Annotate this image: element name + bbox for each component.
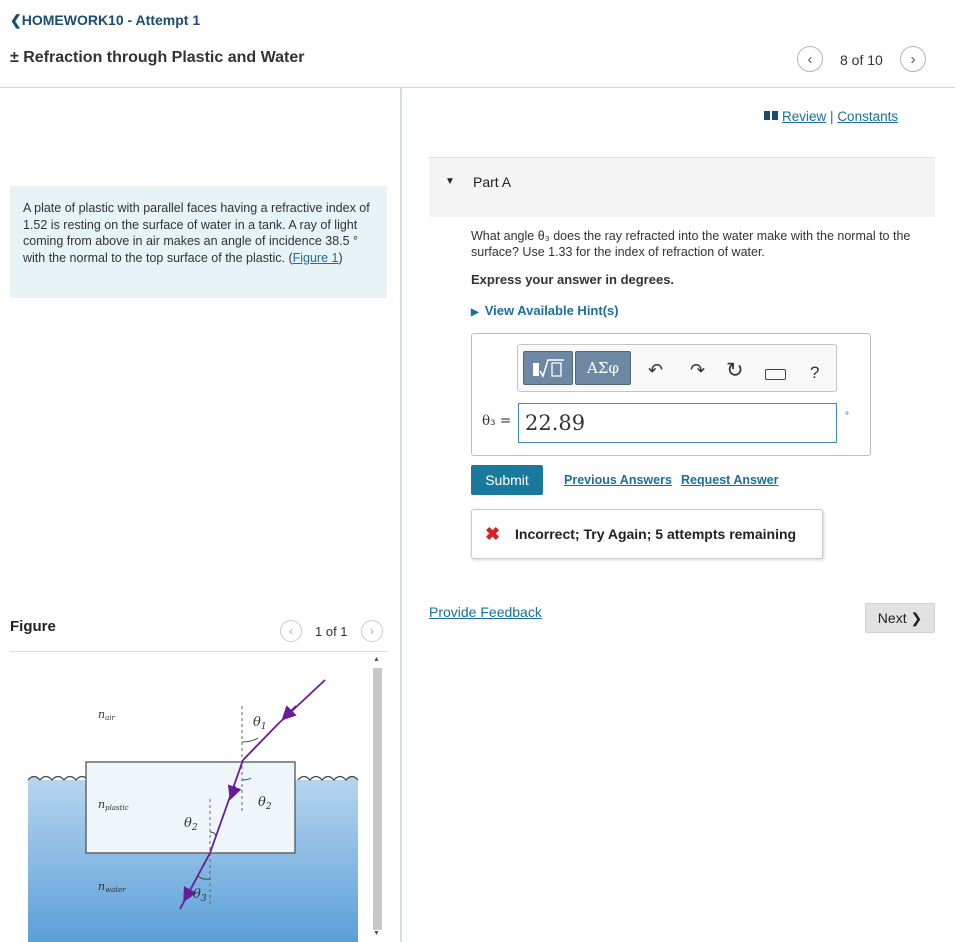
review-constants-links: Review | Constants	[764, 109, 898, 124]
scroll-up-icon[interactable]: ▲	[373, 656, 380, 663]
refraction-figure: nair nplastic nwater θ1 θ2 θ2 θ3	[27, 679, 359, 942]
chevron-left-icon: ‹	[807, 50, 813, 68]
templates-icon	[533, 359, 564, 378]
caret-right-icon: ▶	[471, 307, 479, 318]
figure-scrollbar[interactable]	[373, 668, 382, 930]
next-button[interactable]: Next ❯	[865, 603, 935, 633]
next-item-button[interactable]: ›	[900, 46, 926, 72]
feedback-text: Incorrect; Try Again; 5 attempts remaini…	[515, 526, 797, 542]
header-divider	[0, 87, 955, 88]
question-text: What angle θ₃ does the ray refracted int…	[471, 229, 911, 259]
answer-instruction: Express your answer in degrees.	[471, 272, 675, 287]
figure-link-close: )	[338, 250, 343, 265]
item-counter: 8 of 10	[840, 52, 883, 68]
links-separator: |	[830, 109, 834, 124]
theta1-arc	[241, 737, 259, 743]
book-icon	[764, 111, 778, 120]
review-link[interactable]: Review	[782, 109, 826, 124]
request-answer-link[interactable]: Request Answer	[681, 473, 778, 487]
incorrect-x-icon: ✖	[485, 524, 501, 544]
keyboard-icon[interactable]	[765, 369, 786, 380]
problem-statement: A plate of plastic with parallel faces h…	[10, 186, 387, 298]
page-title: ± Refraction through Plastic and Water	[10, 49, 305, 66]
view-hints-toggle[interactable]: ▶ View Available Hint(s)	[471, 303, 619, 318]
help-icon[interactable]: ?	[810, 363, 819, 383]
chevron-right-icon: ›	[910, 50, 916, 68]
submit-button[interactable]: Submit	[471, 465, 543, 495]
constants-link[interactable]: Constants	[837, 109, 898, 124]
incident-ray-arrow	[281, 705, 297, 721]
redo-icon[interactable]: ↷	[690, 360, 705, 381]
figure-link[interactable]: Figure 1	[293, 251, 339, 265]
symbols-button[interactable]: ΑΣφ	[575, 351, 631, 385]
templates-button[interactable]	[523, 351, 573, 385]
figure-previous-button[interactable]: ‹	[280, 620, 302, 642]
part-a-label: Part A	[473, 174, 512, 190]
chevron-left-icon: ‹	[289, 624, 293, 638]
answer-variable-label: θ₃ =	[482, 413, 512, 429]
figure-counter: 1 of 1	[315, 624, 348, 639]
previous-answers-link[interactable]: Previous Answers	[564, 473, 672, 487]
figure-next-button[interactable]: ›	[361, 620, 383, 642]
undo-icon[interactable]: ↶	[648, 360, 663, 381]
caret-down-icon[interactable]: ▼	[445, 176, 455, 187]
back-to-assignment-link[interactable]: ❮HOMEWORK10 - Attempt 1	[10, 12, 200, 29]
degree-unit: °	[845, 411, 849, 422]
n-air-label: nair	[98, 708, 116, 722]
column-divider	[400, 88, 402, 942]
answer-input[interactable]	[518, 403, 837, 443]
chevron-right-icon: ›	[370, 624, 374, 638]
provide-feedback-link[interactable]: Provide Feedback	[429, 604, 542, 620]
figure-divider	[10, 651, 388, 652]
view-hints-label: View Available Hint(s)	[484, 303, 619, 318]
scroll-down-icon[interactable]: ▼	[373, 930, 380, 937]
previous-item-button[interactable]: ‹	[797, 46, 823, 72]
theta1-label: θ1	[253, 715, 267, 732]
reset-icon[interactable]: ↻	[726, 358, 744, 383]
figure-title: Figure	[10, 618, 56, 635]
